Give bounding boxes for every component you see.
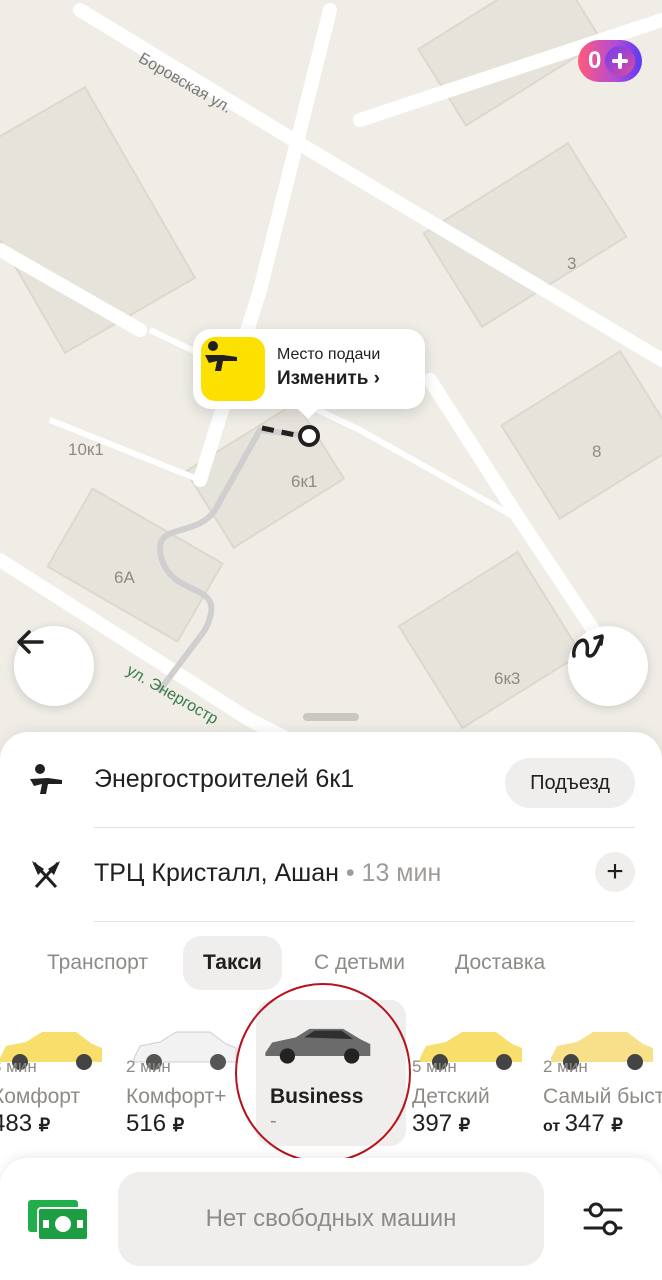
pickup-address: Энергостроителей 6к1 [94,765,355,793]
building-label: 8 [592,442,602,461]
destination-time: • 13 мин [338,859,442,887]
tab-kids[interactable]: С детьми [294,936,425,990]
tariff-eta: 2 мин [126,1057,171,1076]
tariff-card-comfort[interactable]: 3 мин Комфорт 483 ₽ [0,1000,142,1146]
options-sliders-icon[interactable] [582,1200,624,1238]
add-stop-button[interactable]: + [595,852,635,892]
pickup-person-icon [201,337,265,401]
building-label: 10к1 [68,440,104,459]
tariff-price-value: 483 [0,1110,33,1137]
order-button[interactable]: Нет свободных машин [118,1172,544,1266]
bottom-bar: Нет свободных машин [0,1158,662,1280]
tariff-price: 397 ₽ [412,1110,470,1138]
tariff-price-value: 397 [412,1110,453,1137]
cash-payment-icon[interactable] [26,1196,90,1242]
pickup-bubble[interactable]: Место подачи Изменить › [193,329,425,419]
tariff-price: от 347 ₽ [543,1110,623,1138]
plus-icon [605,46,636,76]
tariff-name: Детский [412,1085,490,1108]
finish-flags-icon [32,861,60,889]
tariff-currency: ₽ [172,1115,185,1135]
tariff-currency: ₽ [458,1115,471,1135]
pickup-title: Место подачи [277,346,381,363]
sheet-handle[interactable] [303,713,359,721]
building-label: 6к3 [494,669,521,688]
divider [94,921,635,922]
tariff-price-value: 347 [564,1110,605,1137]
category-tabs: Транспорт Такси С детьми Доставка [0,936,662,990]
tariff-name: Комфорт [0,1085,81,1108]
destination-row[interactable]: ТРЦ Кристалл, Ашан • 13 мин + [0,828,662,918]
tariff-name: Комфорт+ [126,1085,227,1108]
building-label: 6А [114,568,135,587]
tariff-card-kids[interactable]: 5 мин Детский 397 ₽ [412,1000,562,1146]
arrow-left-icon [17,630,44,654]
tab-transport[interactable]: Транспорт [27,936,168,990]
tariff-price-value: 516 [126,1110,167,1137]
tab-delivery[interactable]: Доставка [435,936,565,990]
tariff-currency: ₽ [38,1115,51,1135]
route-button[interactable] [568,626,648,706]
destination-address: ТРЦ Кристалл, Ашан • 13 мин [94,859,441,888]
tariff-currency: ₽ [611,1115,623,1135]
highlight-circle [235,983,411,1163]
pickup-change-link[interactable]: Изменить › [277,368,380,390]
pickup-person-icon [30,764,62,794]
tariff-eta: 2 мин [543,1057,588,1076]
tariff-name: Самый быст [543,1085,662,1108]
tariff-eta: 5 мин [412,1057,457,1076]
tariff-eta: 3 мин [0,1057,37,1076]
destination-name: ТРЦ Кристалл, Ашан [94,859,339,887]
building-label: 6к1 [291,472,318,491]
back-button[interactable] [14,626,94,706]
tariff-price: 483 ₽ [0,1110,50,1138]
pickup-address-row[interactable]: Энергостроителей 6к1 Подъезд [0,734,662,824]
tab-taxi[interactable]: Такси [183,936,282,990]
tariff-card-fastest[interactable]: 2 мин Самый быст от 347 ₽ [543,1000,662,1146]
plus-count: 0 [588,47,602,74]
entrance-button[interactable]: Подъезд [505,758,635,808]
route-icon [572,634,604,658]
tariff-price-from: от [543,1118,565,1135]
plus-badge[interactable]: 0 [578,40,642,82]
map-view[interactable]: Боровская ул. ул. Энергостр 3 8 10к1 6к1… [0,0,662,760]
tariff-price: 516 ₽ [126,1110,184,1138]
building-label: 3 [567,254,577,273]
